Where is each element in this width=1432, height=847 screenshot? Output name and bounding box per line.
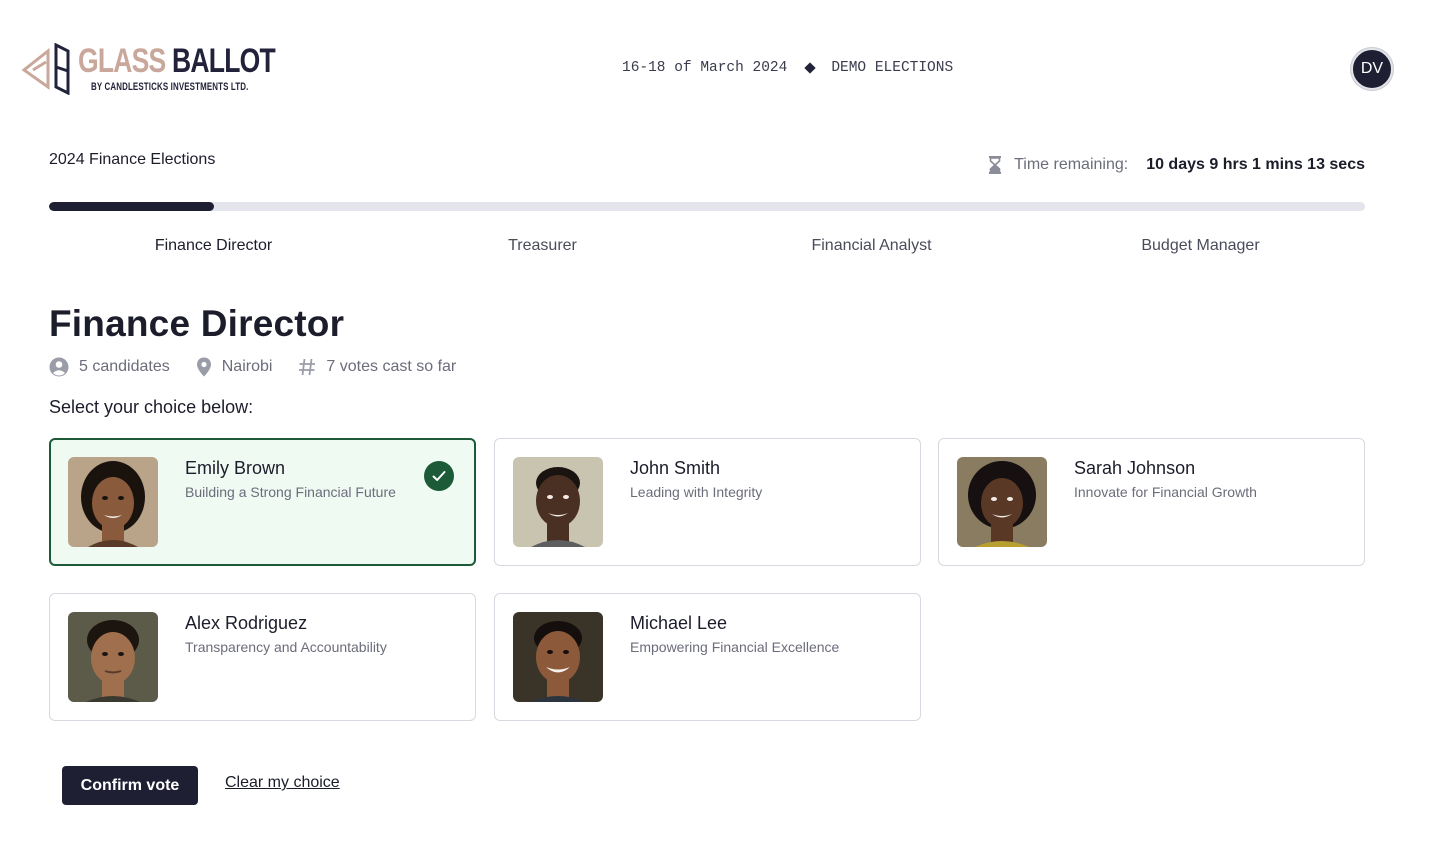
location: Nairobi bbox=[196, 357, 273, 377]
clear-choice-link[interactable]: Clear my choice bbox=[225, 774, 340, 792]
candidate-card-sarah-johnson[interactable]: Sarah Johnson Innovate for Financial Gro… bbox=[938, 438, 1365, 566]
map-pin-icon bbox=[196, 357, 211, 377]
candidate-tagline: Building a Strong Financial Future bbox=[185, 484, 396, 500]
candidate-photo bbox=[68, 457, 158, 547]
time-remaining: Time remaining: 10 days 9 hrs 1 mins 13 … bbox=[988, 155, 1365, 175]
confirm-vote-button[interactable]: Confirm vote bbox=[62, 766, 198, 805]
position-steps: Finance Director Treasurer Financial Ana… bbox=[49, 237, 1365, 255]
candidate-photo bbox=[513, 612, 603, 702]
candidate-name: Sarah Johnson bbox=[1074, 458, 1196, 478]
votes-cast-text: 7 votes cast so far bbox=[326, 358, 457, 375]
candidate-name: Emily Brown bbox=[185, 458, 286, 478]
time-remaining-label: Time remaining: bbox=[1014, 156, 1129, 173]
position-meta: 5 candidates Nairobi 7 votes cast so far bbox=[49, 357, 482, 377]
election-title: 2024 Finance Elections bbox=[49, 151, 216, 168]
election-progress-fill bbox=[49, 202, 214, 211]
candidate-card-michael-lee[interactable]: Michael Lee Empowering Financial Excelle… bbox=[494, 593, 921, 721]
candidates-count-text: 5 candidates bbox=[79, 358, 170, 375]
brand-tagline: BY CANDLESTICKS INVESTMENTS LTD. bbox=[91, 81, 249, 93]
hourglass-icon bbox=[989, 156, 1002, 174]
step-finance-director[interactable]: Finance Director bbox=[49, 237, 378, 255]
brand-name-part2: BALLOT bbox=[172, 42, 276, 80]
candidate-tagline: Empowering Financial Excellence bbox=[630, 639, 840, 655]
candidate-card-emily-brown[interactable]: Emily Brown Building a Strong Financial … bbox=[49, 438, 476, 566]
candidate-card-alex-rodriguez[interactable]: Alex Rodriguez Transparency and Accounta… bbox=[49, 593, 476, 721]
brand-name: GLASS BALLOT bbox=[78, 42, 276, 80]
location-text: Nairobi bbox=[221, 358, 273, 375]
candidate-photo bbox=[68, 612, 158, 702]
header: GLASS BALLOT BY CANDLESTICKS INVESTMENTS… bbox=[0, 0, 1432, 130]
votes-cast: 7 votes cast so far bbox=[298, 358, 456, 376]
diamond-separator-icon bbox=[804, 62, 816, 74]
election-progress-bar bbox=[49, 202, 1365, 211]
step-treasurer[interactable]: Treasurer bbox=[378, 237, 707, 255]
position-title: Finance Director bbox=[49, 303, 345, 344]
candidate-tagline: Leading with Integrity bbox=[630, 484, 763, 500]
selected-check-icon bbox=[424, 461, 454, 491]
time-remaining-value: 10 days 9 hrs 1 mins 13 secs bbox=[1146, 156, 1365, 173]
event-info: 16-18 of March 2024 DEMO ELECTIONS bbox=[622, 60, 953, 76]
step-budget-manager[interactable]: Budget Manager bbox=[1036, 237, 1365, 255]
logo-mark-icon bbox=[22, 43, 70, 95]
candidate-name: Alex Rodriguez bbox=[185, 613, 308, 633]
candidate-name: John Smith bbox=[630, 458, 721, 478]
candidate-card-john-smith[interactable]: John Smith Leading with Integrity bbox=[494, 438, 921, 566]
candidate-photo bbox=[957, 457, 1047, 547]
user-avatar[interactable]: DV bbox=[1351, 48, 1393, 90]
candidate-photo bbox=[513, 457, 603, 547]
candidate-tagline: Innovate for Financial Growth bbox=[1074, 484, 1257, 500]
candidates-count: 5 candidates bbox=[49, 357, 170, 377]
brand-logo[interactable]: GLASS BALLOT BY CANDLESTICKS INVESTMENTS… bbox=[22, 40, 276, 100]
selection-prompt: Select your choice below: bbox=[49, 397, 254, 417]
event-name: DEMO ELECTIONS bbox=[831, 60, 954, 76]
candidate-tagline: Transparency and Accountability bbox=[185, 639, 387, 655]
user-circle-icon bbox=[49, 357, 69, 377]
hash-icon bbox=[299, 358, 316, 376]
candidate-name: Michael Lee bbox=[630, 613, 728, 633]
brand-name-part1: GLASS bbox=[78, 42, 166, 80]
event-dates: 16-18 of March 2024 bbox=[622, 60, 788, 76]
step-financial-analyst[interactable]: Financial Analyst bbox=[707, 237, 1036, 255]
